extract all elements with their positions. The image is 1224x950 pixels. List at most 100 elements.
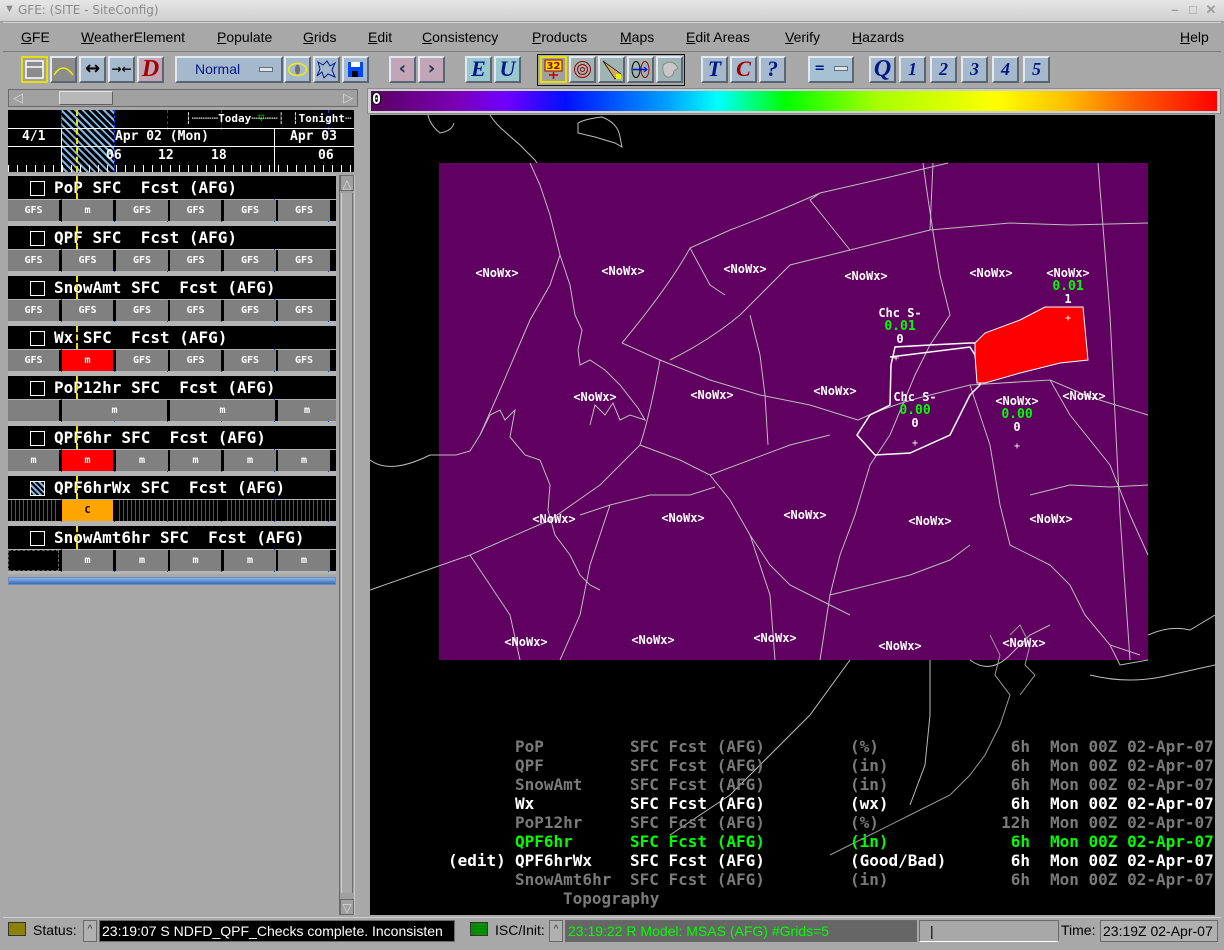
- legend-row[interactable]: QPF6hr SFC Fcst (AFG) (in) 6h Mon 00Z 02-Apr…: [370, 832, 1215, 851]
- grid-box[interactable]: m: [62, 350, 113, 371]
- grid-box[interactable]: m: [224, 550, 276, 571]
- grid-box[interactable]: GFS: [8, 250, 59, 271]
- grid-box[interactable]: GFS: [278, 250, 330, 271]
- menu-gfe[interactable]: GFE: [21, 29, 50, 45]
- edit-area-button[interactable]: [313, 56, 340, 83]
- grid-box[interactable]: m: [62, 550, 113, 571]
- grid-box[interactable]: [116, 500, 168, 521]
- grid-box[interactable]: m: [116, 550, 168, 571]
- grid-element-header[interactable]: SnowAmt SFC Fcst (AFG): [8, 276, 336, 299]
- grid-element-header[interactable]: QPF SFC Fcst (AFG): [8, 226, 336, 249]
- grid-box[interactable]: m: [170, 550, 221, 571]
- move-copy-button[interactable]: [627, 56, 654, 83]
- grid-box[interactable]: m: [278, 400, 336, 421]
- scroll-left-icon[interactable]: ◁: [10, 90, 26, 106]
- bookmark-5-button[interactable]: 5: [1023, 56, 1050, 83]
- legend-row[interactable]: QPF SFC Fcst (AFG) (in) 6h Mon 00Z 02-Apr-07: [370, 756, 1215, 775]
- grid-box[interactable]: GFS: [224, 250, 276, 271]
- help-button[interactable]: ?: [759, 56, 786, 83]
- grid-box[interactable]: m: [8, 450, 59, 471]
- grid-box[interactable]: GFS: [116, 350, 168, 371]
- legend-row[interactable]: Wx SFC Fcst (AFG) (wx) 6h Mon 00Z 02-Apr-07: [370, 794, 1215, 813]
- grid-element-header[interactable]: PoP SFC Fcst (AFG): [8, 176, 336, 199]
- grid-box[interactable]: GFS: [278, 300, 330, 321]
- undo-button[interactable]: U: [494, 56, 521, 83]
- grid-box[interactable]: GFS: [8, 350, 59, 371]
- menu-maps[interactable]: Maps: [620, 29, 654, 45]
- grid-box[interactable]: GFS: [8, 200, 59, 221]
- menu-verify[interactable]: Verify: [785, 29, 820, 45]
- grid-box[interactable]: [224, 500, 276, 521]
- previous-button[interactable]: ‹: [389, 56, 416, 83]
- grid-element-header[interactable]: Wx SFC Fcst (AFG): [8, 326, 336, 349]
- grid-box[interactable]: GFS: [8, 300, 59, 321]
- grid-box[interactable]: GFS: [116, 300, 168, 321]
- grid-box[interactable]: [8, 400, 59, 421]
- equal-toggle-button[interactable]: =: [808, 56, 854, 83]
- menu-populate[interactable]: Populate: [217, 29, 272, 45]
- grid-manager-button[interactable]: [21, 56, 48, 83]
- grid-box[interactable]: C: [62, 500, 113, 521]
- grid-element-checkbox[interactable]: [30, 231, 45, 246]
- grid-box[interactable]: m: [62, 450, 113, 471]
- status-history-button[interactable]: ^: [83, 920, 97, 942]
- legend-row[interactable]: (edit) QPF6hrWx SFC Fcst (AFG) (Good/Bad) 6h…: [370, 851, 1215, 870]
- grid-box[interactable]: m: [278, 550, 330, 571]
- contour-button[interactable]: [656, 56, 683, 83]
- spatial-editor-map[interactable]: + + + + <NoWx> <NoWx> <NoWx> <NoWx> <NoWx> <N…: [370, 115, 1215, 915]
- grid-box[interactable]: GFS: [278, 350, 330, 371]
- define-button[interactable]: D: [137, 56, 164, 83]
- grid-element-row[interactable]: PoP SFC Fcst (AFG) GFS m GFS GFS GFS GFS: [8, 174, 336, 224]
- expand-time-button[interactable]: ↔: [79, 56, 106, 83]
- grid-box[interactable]: GFS: [170, 300, 221, 321]
- next-button[interactable]: ›: [418, 56, 445, 83]
- grid-element-checkbox[interactable]: [30, 331, 45, 346]
- legend-topography[interactable]: Topography: [370, 889, 1215, 908]
- contract-time-button[interactable]: →←: [108, 56, 135, 83]
- grid-element-checkbox[interactable]: [30, 481, 45, 496]
- grid-element-checkbox[interactable]: [30, 431, 45, 446]
- color-bar[interactable]: 0: [367, 88, 1221, 114]
- grid-element-row[interactable]: QPF SFC Fcst (AFG) GFS GFS GFS GFS GFS GFS: [8, 224, 336, 274]
- minimize-icon[interactable]: –: [1168, 3, 1182, 17]
- grid-element-header[interactable]: SnowAmt6hr SFC Fcst (AFG): [8, 526, 336, 549]
- scroll-right-icon[interactable]: ▷: [340, 90, 356, 106]
- target-button[interactable]: [569, 56, 596, 83]
- grid-box[interactable]: m: [224, 450, 276, 471]
- grid-box[interactable]: GFS: [116, 200, 168, 221]
- menu-help[interactable]: Help: [1180, 29, 1209, 45]
- menu-products[interactable]: Products: [532, 29, 587, 45]
- menu-grids[interactable]: Grids: [303, 29, 336, 45]
- grid-box[interactable]: m: [170, 400, 275, 421]
- grid-box[interactable]: GFS: [278, 200, 330, 221]
- grid-element-row[interactable]: QPF6hrWx SFC Fcst (AFG) C: [8, 474, 336, 524]
- grid-element-header[interactable]: PoP12hr SFC Fcst (AFG): [8, 376, 336, 399]
- grid-box[interactable]: GFS: [170, 200, 221, 221]
- legend-row[interactable]: PoP12hr SFC Fcst (AFG) (%) 12h Mon 00Z 02-Ap…: [370, 813, 1215, 832]
- save-button[interactable]: [342, 56, 369, 83]
- bookmark-1-button[interactable]: 1: [899, 56, 926, 83]
- pencil-button[interactable]: [598, 56, 625, 83]
- sample-button[interactable]: 32: [540, 56, 567, 83]
- grid-element-row[interactable]: PoP12hr SFC Fcst (AFG) m m m: [8, 374, 336, 424]
- grid-box[interactable]: GFS: [170, 350, 221, 371]
- grid-box[interactable]: GFS: [224, 200, 276, 221]
- grid-box[interactable]: m: [62, 400, 167, 421]
- grid-box[interactable]: [170, 500, 221, 521]
- grid-element-row[interactable]: QPF6hr SFC Fcst (AFG) m m m m m m: [8, 424, 336, 474]
- legend-row[interactable]: SnowAmt6hr SFC Fcst (AFG) (in) 6h Mon 00Z 02…: [370, 870, 1215, 889]
- edit-mode-dropdown[interactable]: Normal: [175, 56, 283, 83]
- grid-element-row[interactable]: Wx SFC Fcst (AFG) GFS m GFS GFS GFS GFS: [8, 324, 336, 374]
- menu-hazards[interactable]: Hazards: [852, 29, 904, 45]
- grid-box[interactable]: GFS: [62, 250, 113, 271]
- query-button[interactable]: Q: [869, 56, 896, 83]
- window-menu-icon[interactable]: ▼: [4, 3, 16, 17]
- grid-box[interactable]: [8, 550, 59, 571]
- grid-element-row[interactable]: SnowAmt6hr SFC Fcst (AFG) m m m m m: [8, 524, 336, 574]
- bookmark-3-button[interactable]: 3: [961, 56, 988, 83]
- grid-box[interactable]: m: [170, 450, 221, 471]
- legend-row[interactable]: SnowAmt SFC Fcst (AFG) (in) 6h Mon 00Z 02-Ap…: [370, 775, 1215, 794]
- legend-row[interactable]: PoP SFC Fcst (AFG) (%) 6h Mon 00Z 02-Apr-07: [370, 737, 1215, 756]
- grid-box[interactable]: GFS: [224, 300, 276, 321]
- grid-box[interactable]: GFS: [170, 250, 221, 271]
